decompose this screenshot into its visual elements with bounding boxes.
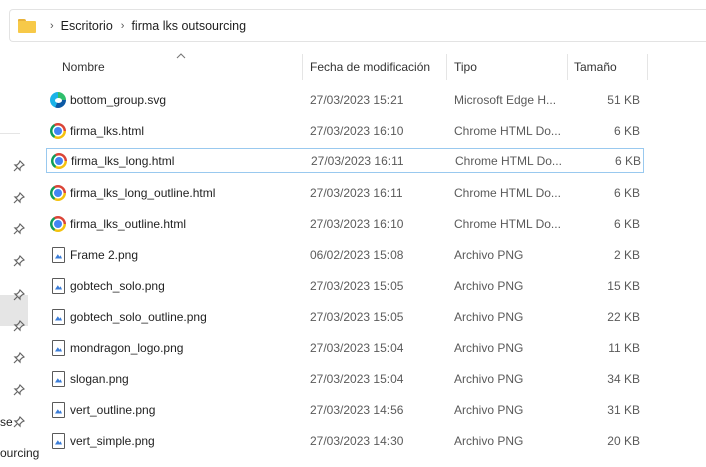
file-date: 27/03/2023 15:04 [310,340,404,355]
column-divider[interactable] [647,54,648,80]
column-headers: Nombre Fecha de modificación Tipo Tamaño [40,53,660,80]
nav-item-label[interactable]: se [0,415,13,429]
file-name: gobtech_solo_outline.png [70,309,207,324]
pin-icon[interactable] [13,288,26,301]
file-size: 6 KB [614,153,641,168]
file-type: Chrome HTML Do... [454,185,561,200]
pin-icon[interactable] [13,383,26,396]
file-size: 51 KB [607,92,640,107]
file-name: slogan.png [70,371,129,386]
file-size: 6 KB [613,216,640,231]
png-file-icon [52,370,65,387]
file-size: 6 KB [613,185,640,200]
file-name: vert_outline.png [70,402,156,417]
file-size: 22 KB [607,309,640,324]
file-date: 27/03/2023 15:21 [310,92,404,107]
file-date: 27/03/2023 14:30 [310,433,404,448]
png-file-icon [52,339,65,356]
file-date: 27/03/2023 15:05 [310,278,404,293]
nav-divider [0,133,20,134]
pin-icon[interactable] [13,351,26,364]
file-row[interactable]: gobtech_solo_outline.png 27/03/2023 15:0… [46,304,644,329]
file-name: bottom_group.svg [70,92,167,107]
file-type: Archivo PNG [454,247,524,262]
png-file-icon [52,246,65,263]
file-size: 34 KB [607,371,640,386]
file-row[interactable]: bottom_group.svg 27/03/2023 15:21 Micros… [46,87,644,112]
breadcrumb-separator: › [120,19,125,32]
file-size: 11 KB [608,340,640,355]
file-date: 27/03/2023 16:10 [310,123,404,138]
file-name: gobtech_solo.png [70,278,165,293]
file-date: 27/03/2023 14:56 [310,402,404,417]
png-file-icon [52,401,65,418]
file-date: 27/03/2023 15:04 [310,371,404,386]
chrome-icon [50,122,66,139]
nav-item-label[interactable]: ourcing [0,446,39,460]
column-header-date[interactable]: Fecha de modificación [304,54,446,80]
file-name: firma_lks_long_outline.html [70,185,216,200]
file-name: vert_simple.png [70,433,155,448]
chrome-icon [50,184,66,201]
file-row[interactable]: vert_outline.png 27/03/2023 14:56 Archiv… [46,397,644,422]
file-type: Archivo PNG [454,371,524,386]
file-date: 06/02/2023 15:08 [310,247,404,262]
file-size: 6 KB [613,123,640,138]
png-file-icon [52,308,65,325]
pin-icon[interactable] [13,319,26,332]
file-type: Microsoft Edge H... [454,92,557,107]
file-row[interactable]: vert_simple.png 27/03/2023 14:30 Archivo… [46,428,644,453]
address-bar[interactable]: › Escritorio › firma lks outsourcing [9,9,706,42]
file-name: Frame 2.png [70,247,139,262]
navigation-pane: se ourcing [0,50,39,467]
column-header-name[interactable]: Nombre [56,54,302,80]
file-row[interactable]: mondragon_logo.png 27/03/2023 15:04 Arch… [46,335,644,360]
file-row[interactable]: Frame 2.png 06/02/2023 15:08 Archivo PNG… [46,242,644,267]
pin-icon[interactable] [13,415,26,428]
file-row[interactable]: firma_lks_outline.html 27/03/2023 16:10 … [46,211,644,236]
file-date: 27/03/2023 15:05 [310,309,404,324]
file-date: 27/03/2023 16:10 [310,216,404,231]
column-divider[interactable] [302,54,303,80]
file-type: Archivo PNG [454,433,524,448]
edge-icon [50,91,66,108]
chrome-icon [51,152,67,169]
file-size: 15 KB [607,278,640,293]
file-type: Chrome HTML Do... [454,123,561,138]
file-name: mondragon_logo.png [70,340,184,355]
file-name: firma_lks.html [70,123,145,138]
breadcrumb-escritorio[interactable]: Escritorio [61,19,113,33]
file-type: Archivo PNG [454,278,524,293]
pin-icon[interactable] [13,222,26,235]
file-type: Chrome HTML Do... [455,153,562,168]
file-date: 27/03/2023 16:11 [311,153,404,168]
file-type: Chrome HTML Do... [454,216,561,231]
file-row-selected[interactable]: firma_lks_long.html 27/03/2023 16:11 Chr… [46,148,644,173]
chrome-icon [50,215,66,232]
pin-icon[interactable] [13,191,26,204]
breadcrumb-current-folder[interactable]: firma lks outsourcing [131,19,246,33]
pin-icon[interactable] [13,254,26,267]
file-size: 2 KB [613,247,640,262]
file-size: 20 KB [607,433,640,448]
png-file-icon [52,277,65,294]
file-type: Archivo PNG [454,402,524,417]
file-row[interactable]: firma_lks.html 27/03/2023 16:10 Chrome H… [46,118,644,143]
file-row[interactable]: slogan.png 27/03/2023 15:04 Archivo PNG … [46,366,644,391]
breadcrumb-separator: › [50,19,54,32]
png-file-icon [52,432,65,449]
file-name: firma_lks_long.html [71,153,175,168]
file-name: firma_lks_outline.html [70,216,187,231]
file-date: 27/03/2023 16:11 [310,185,403,200]
column-divider[interactable] [446,54,447,80]
column-header-size[interactable]: Tamaño [568,54,648,80]
column-header-type[interactable]: Tipo [448,54,566,80]
file-type: Archivo PNG [454,309,524,324]
pin-icon[interactable] [13,159,26,172]
file-row[interactable]: gobtech_solo.png 27/03/2023 15:05 Archiv… [46,273,644,298]
file-type: Archivo PNG [454,340,524,355]
folder-icon [18,18,36,33]
file-size: 31 KB [607,402,640,417]
file-row[interactable]: firma_lks_long_outline.html 27/03/2023 1… [46,180,644,205]
